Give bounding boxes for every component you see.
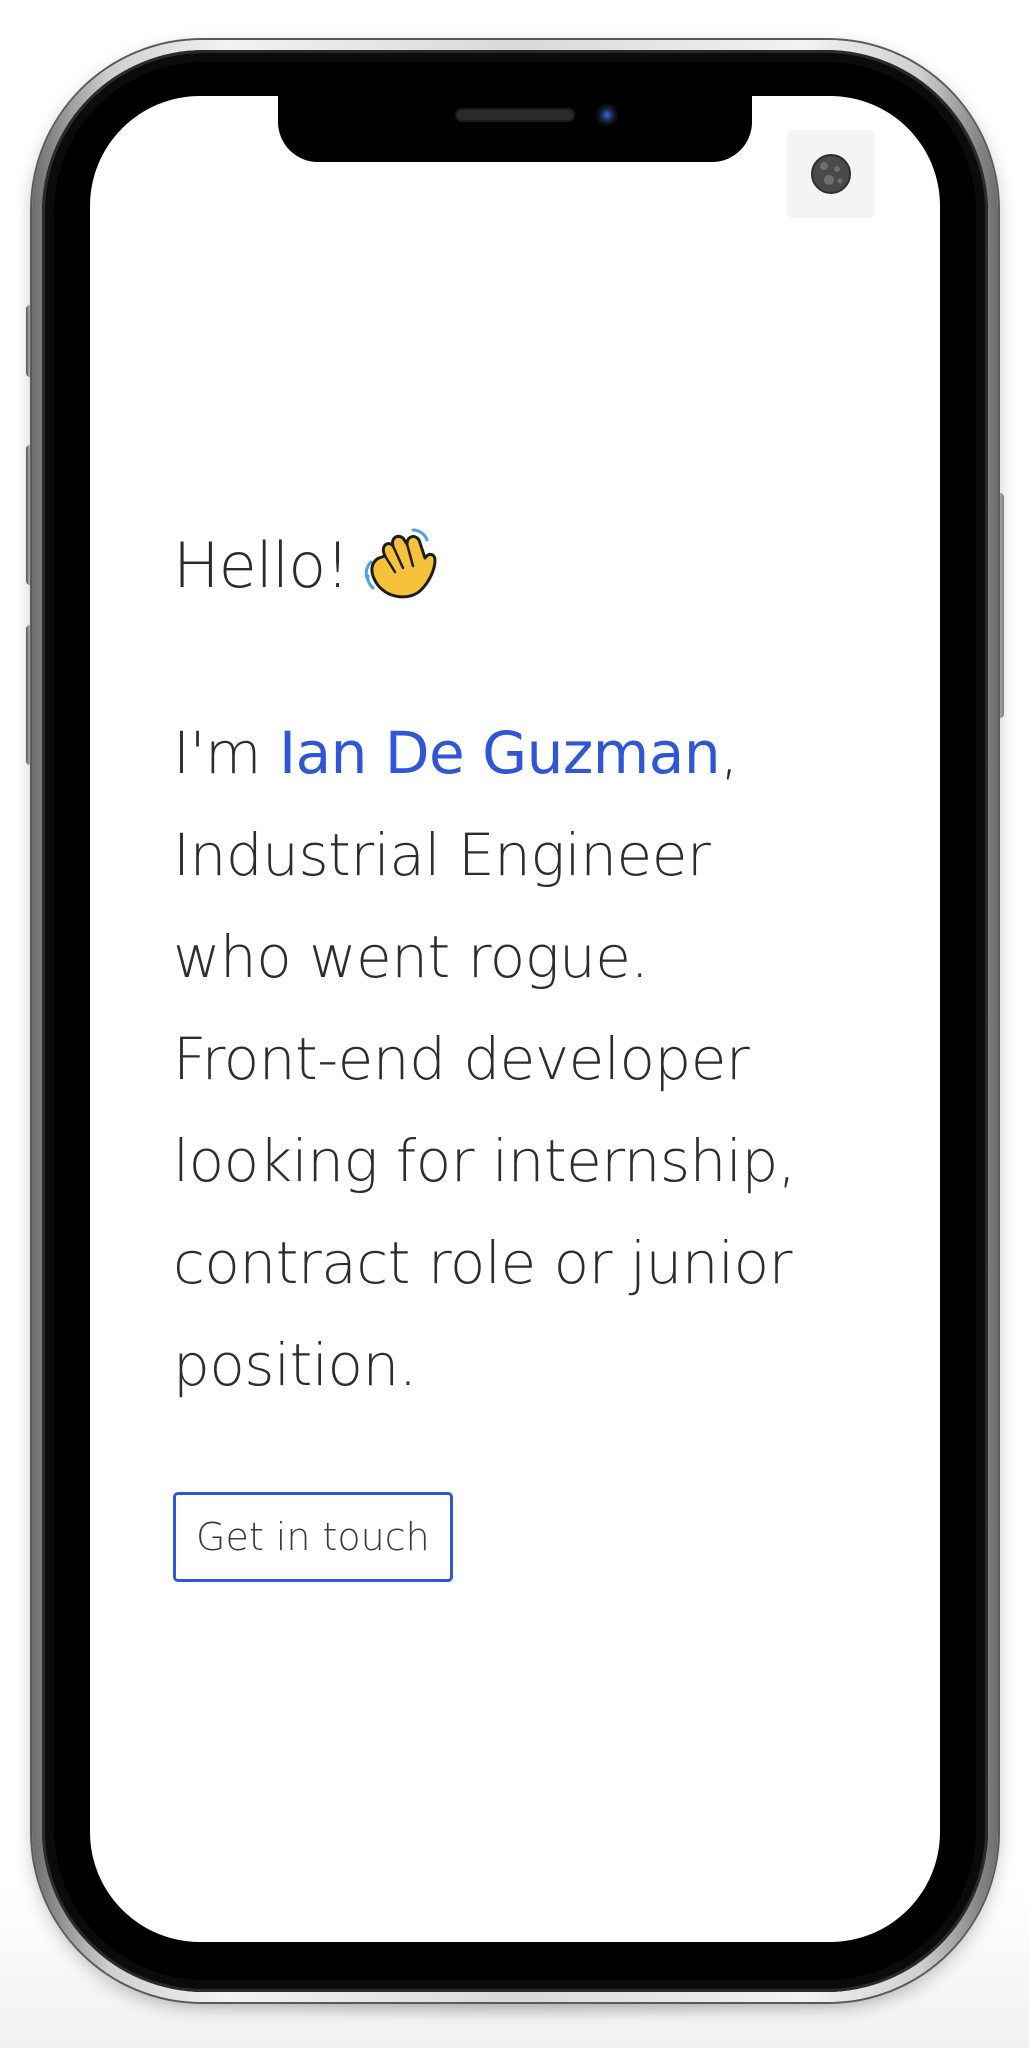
intro-prefix: I'm	[173, 719, 279, 787]
intro-line-6: contract role or junior	[173, 1229, 792, 1297]
name-link[interactable]: Ian De Guzman	[279, 719, 721, 787]
greeting-text: Hello!	[173, 529, 350, 602]
moon-icon	[811, 154, 851, 194]
waving-hand-icon	[364, 528, 437, 599]
phone-screen: Hello! I'm Ian De Guzman, Industrial Engi…	[90, 96, 940, 1942]
theme-toggle-button[interactable]	[787, 130, 875, 218]
intro-line-2: Industrial Engineer	[173, 821, 711, 889]
hero-section: Hello! I'm Ian De Guzman, Industrial Engi…	[173, 526, 893, 1582]
intro-line-7: position.	[173, 1331, 417, 1399]
intro-paragraph: I'm Ian De Guzman, Industrial Engineer who…	[173, 702, 893, 1416]
notch	[278, 96, 752, 162]
speaker-grille	[455, 108, 575, 122]
intro-line-5: looking for internship,	[173, 1127, 796, 1195]
greeting-heading: Hello!	[173, 526, 893, 606]
intro-line-3: who went rogue.	[173, 923, 649, 991]
front-camera	[596, 104, 618, 126]
device-mockup: Hello! I'm Ian De Guzman, Industrial Engi…	[0, 0, 1029, 2048]
intro-line-4: Front-end developer	[173, 1025, 750, 1093]
intro-comma: ,	[720, 719, 739, 787]
get-in-touch-button[interactable]: Get in touch	[173, 1492, 453, 1582]
